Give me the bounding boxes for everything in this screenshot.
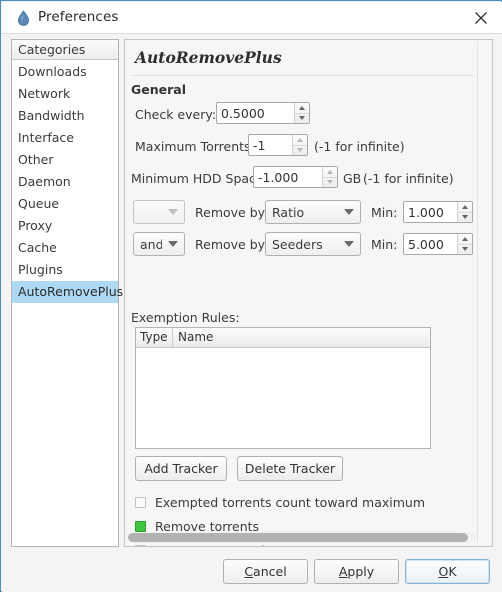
- rule-1-remove-by-label: Remove by:: [195, 205, 269, 220]
- exemption-rules-table[interactable]: Type Name: [135, 327, 431, 449]
- rule-2-min-stepper[interactable]: [457, 234, 472, 254]
- check-every-label: Check every:: [135, 107, 217, 122]
- minimum-hdd-space-spinner[interactable]: -1.000: [253, 166, 338, 188]
- sidebar-item-plugins[interactable]: Plugins: [12, 259, 118, 281]
- column-header-name: Name: [178, 330, 214, 344]
- dialog-action-bar: Cancel Apply OK: [2, 552, 502, 592]
- check-every-value[interactable]: 0.5000: [217, 103, 294, 123]
- rule-2-min-decrement[interactable]: [458, 245, 472, 255]
- rule-2-logic-combo[interactable]: and: [133, 232, 185, 256]
- panel-vertical-scrollbar[interactable]: [477, 41, 491, 546]
- horizontal-scrollbar-thumb[interactable]: [128, 533, 468, 542]
- rule-2-remove-by-combo[interactable]: Seeders: [265, 232, 361, 256]
- checkbox-remove-torrent-data[interactable]: Remove torrent data: [135, 543, 285, 546]
- minimum-hdd-space-stepper[interactable]: [322, 167, 337, 187]
- sidebar-item-downloads[interactable]: Downloads: [12, 61, 118, 83]
- rule-1-min-value[interactable]: 1.000: [404, 202, 457, 222]
- apply-button-label: pply: [347, 564, 375, 579]
- minimum-hdd-space-decrement[interactable]: [323, 178, 337, 188]
- autoremoveplus-panel: AutoRemovePlus General Check every: 0.50…: [124, 39, 493, 547]
- check-every-decrement[interactable]: [295, 114, 309, 124]
- rule-2-min-label: Min:: [371, 237, 398, 252]
- maximum-torrents-value[interactable]: -1: [249, 135, 292, 155]
- maximum-torrents-increment[interactable]: [293, 135, 307, 146]
- rule-2-logic-value: and: [140, 236, 162, 252]
- rule-2-min-value[interactable]: 5.000: [404, 234, 457, 254]
- minimum-hdd-space-unit: GB: [343, 171, 362, 186]
- maximum-torrents-hint: (-1 for infinite): [314, 139, 405, 154]
- sidebar-item-proxy[interactable]: Proxy: [12, 215, 118, 237]
- rule-1-min-increment[interactable]: [458, 202, 472, 213]
- rule-1-logic-combo[interactable]: [133, 200, 185, 224]
- title-divider: [131, 75, 475, 76]
- rule-1-remove-by-combo[interactable]: Ratio: [265, 200, 361, 224]
- ok-button-label: K: [448, 564, 457, 579]
- rule-2-min-increment[interactable]: [458, 234, 472, 245]
- exemption-rules-label: Exemption Rules:: [131, 310, 240, 325]
- rule-2-remove-by-label: Remove by:: [195, 237, 269, 252]
- deluge-droplet-icon: [15, 10, 32, 27]
- check-every-increment[interactable]: [295, 103, 309, 114]
- apply-button-mnemonic: A: [338, 564, 348, 579]
- panel-horizontal-scrollbar[interactable]: [127, 532, 476, 543]
- sidebar-item-cache[interactable]: Cache: [12, 237, 118, 259]
- cancel-button[interactable]: Cancel: [223, 559, 308, 584]
- categories-sidebar: Categories Downloads Network Bandwidth I…: [11, 39, 123, 547]
- check-every-stepper[interactable]: [294, 103, 309, 123]
- dialog-body: Categories Downloads Network Bandwidth I…: [2, 34, 502, 592]
- delete-tracker-button[interactable]: Delete Tracker: [237, 456, 343, 481]
- maximum-torrents-stepper[interactable]: [292, 135, 307, 155]
- page-title: AutoRemovePlus: [135, 48, 282, 67]
- rule-1-min-spinner[interactable]: 1.000: [403, 201, 473, 223]
- preferences-window: Preferences Categories Downloads Network…: [0, 0, 502, 592]
- sidebar-item-network[interactable]: Network: [12, 83, 118, 105]
- exemption-table-header: Type Name: [136, 328, 430, 348]
- sidebar-item-bandwidth[interactable]: Bandwidth: [12, 105, 118, 127]
- checkbox-label: Exempted torrents count toward maximum: [155, 495, 426, 510]
- checkbox-label: Remove torrent data: [155, 543, 285, 546]
- chevron-down-icon: [168, 241, 178, 247]
- checkbox-indicator[interactable]: [135, 497, 146, 508]
- column-header-type: Type: [136, 328, 173, 347]
- minimum-hdd-space-label: Minimum HDD Space:: [131, 171, 268, 186]
- apply-button[interactable]: Apply: [314, 559, 399, 584]
- chevron-down-icon: [344, 241, 354, 247]
- rule-2-remove-by-value: Seeders: [272, 236, 323, 252]
- rule-1-min-stepper[interactable]: [457, 202, 472, 222]
- cancel-button-label: ancel: [253, 564, 287, 579]
- minimum-hdd-space-increment[interactable]: [323, 167, 337, 178]
- sidebar-item-other[interactable]: Other: [12, 149, 118, 171]
- rule-1-remove-by-value: Ratio: [272, 204, 305, 220]
- close-icon[interactable]: [468, 6, 494, 30]
- checkbox-indicator[interactable]: [135, 545, 146, 546]
- rule-1-min-label: Min:: [371, 205, 398, 220]
- check-every-spinner[interactable]: 0.5000: [216, 102, 310, 124]
- ok-button-mnemonic: O: [438, 564, 449, 579]
- panel-content: AutoRemovePlus General Check every: 0.50…: [125, 40, 478, 546]
- minimum-hdd-space-hint: (-1 for infinite): [363, 171, 454, 186]
- sidebar-item-queue[interactable]: Queue: [12, 193, 118, 215]
- maximum-torrents-decrement[interactable]: [293, 146, 307, 156]
- chevron-down-icon: [344, 209, 354, 215]
- add-tracker-button[interactable]: Add Tracker: [135, 456, 227, 481]
- categories-list: Downloads Network Bandwidth Interface Ot…: [12, 60, 123, 303]
- checkbox-exempted-count-toward-maximum[interactable]: Exempted torrents count toward maximum: [135, 495, 425, 510]
- sidebar-item-interface[interactable]: Interface: [12, 127, 118, 149]
- minimum-hdd-space-value[interactable]: -1.000: [254, 167, 322, 187]
- chevron-down-icon: [168, 209, 178, 215]
- title-bar: Preferences: [2, 2, 502, 34]
- categories-header: Categories: [12, 40, 118, 60]
- rule-1-min-decrement[interactable]: [458, 213, 472, 223]
- ok-button[interactable]: OK: [405, 559, 490, 584]
- sidebar-item-autoremoveplus[interactable]: AutoRemovePlus: [12, 281, 123, 303]
- rule-2-min-spinner[interactable]: 5.000: [403, 233, 473, 255]
- checkbox-indicator[interactable]: [135, 521, 146, 532]
- cancel-button-mnemonic: C: [244, 564, 254, 579]
- maximum-torrents-spinner[interactable]: -1: [248, 134, 308, 156]
- maximum-torrents-label: Maximum Torrents:: [135, 139, 255, 154]
- sidebar-item-daemon[interactable]: Daemon: [12, 171, 118, 193]
- section-general-label: General: [131, 82, 186, 97]
- window-title: Preferences: [38, 9, 119, 25]
